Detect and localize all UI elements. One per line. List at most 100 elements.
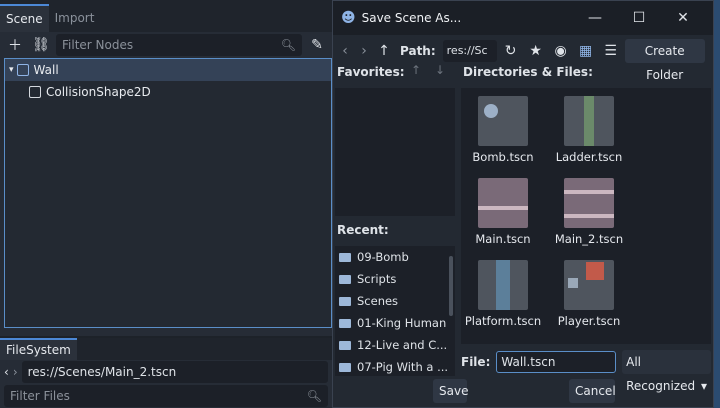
recent-label-text: 01-King Human <box>357 316 447 330</box>
file-item[interactable]: Bomb.tscn <box>463 96 543 164</box>
player-thumbnail <box>564 260 614 310</box>
recent-item[interactable]: 12-Live and C... <box>335 334 455 356</box>
grid-view-icon[interactable]: ▦ <box>575 40 597 62</box>
dialog-title: Save Scene As... <box>361 11 462 25</box>
folder-icon <box>339 340 351 350</box>
file-item[interactable]: Player.tscn <box>549 260 629 328</box>
add-node-icon[interactable]: ＋ <box>4 34 26 56</box>
file-name: Player.tscn <box>557 314 621 328</box>
create-folder-button[interactable]: Create Folder <box>624 39 705 82</box>
save-button[interactable]: Save <box>433 379 468 403</box>
search-icon: 🔍︎ <box>306 389 322 403</box>
search-icon: 🔍︎ <box>280 38 296 52</box>
maximize-icon[interactable]: ☐ <box>617 10 661 26</box>
file-name: Bomb.tscn <box>472 150 534 164</box>
editor-background <box>714 0 720 408</box>
collision-shape-icon <box>29 86 41 98</box>
file-name: Ladder.tscn <box>555 150 623 164</box>
filter-files-input[interactable]: Filter Files 🔍︎ <box>4 385 328 407</box>
scene-tabbar: Scene Import <box>0 0 332 32</box>
link-icon[interactable]: ⛓ <box>30 34 52 56</box>
file-row: File: Wall.tscn All Recognized ▾ <box>461 349 711 393</box>
scene-dock: Scene Import ＋ ⛓ Filter Nodes 🔍︎ ✎ ▾ Wal… <box>0 0 332 336</box>
recent-item[interactable]: 09-Bomb <box>335 246 455 268</box>
tree-label: CollisionShape2D <box>46 85 151 99</box>
recent-label-text: 07-Pig With a ... <box>357 360 449 374</box>
file-item[interactable]: Main.tscn <box>463 178 543 246</box>
recent-scrollbar[interactable] <box>449 256 453 316</box>
minimize-icon[interactable]: — <box>573 10 617 26</box>
folder-icon <box>339 252 351 262</box>
move-down-icon[interactable]: ↓ <box>435 63 445 77</box>
scene-toolbar: ＋ ⛓ Filter Nodes 🔍︎ ✎ <box>0 32 332 58</box>
recent-label-text: 12-Live and C... <box>357 338 448 352</box>
filter-select[interactable]: All Recognized ▾ <box>622 350 711 393</box>
file-name-input[interactable]: Wall.tscn <box>496 351 617 373</box>
ladder-thumbnail <box>564 96 614 146</box>
tab-scene[interactable]: Scene <box>0 4 49 32</box>
tree-label: Wall <box>33 63 59 77</box>
file-item[interactable]: Ladder.tscn <box>549 96 629 164</box>
recent-item[interactable]: 01-King Human <box>335 312 455 334</box>
favorites-list[interactable] <box>335 88 455 216</box>
filesystem-dock: FileSystem ‹ › res://Scenes/Main_2.tscn … <box>0 338 332 408</box>
chevron-down-icon: ▾ <box>700 379 707 393</box>
file-item[interactable]: Main_2.tscn <box>549 178 629 246</box>
folder-icon <box>339 296 351 306</box>
filter-files-placeholder: Filter Files <box>10 389 70 403</box>
file-name: Main_2.tscn <box>554 232 624 246</box>
eye-icon[interactable]: ◉ <box>550 40 572 62</box>
fs-filterbar: Filter Files 🔍︎ <box>0 384 332 408</box>
favorites-label: Favorites: <box>337 65 405 79</box>
fs-tabbar: FileSystem <box>0 338 332 360</box>
filter-nodes-input[interactable]: Filter Nodes 🔍︎ <box>56 34 302 56</box>
folder-icon <box>339 362 351 372</box>
recent-item[interactable]: Scenes <box>335 290 455 312</box>
filter-nodes-placeholder: Filter Nodes <box>62 38 134 52</box>
path-field[interactable]: res://Sc <box>442 40 497 62</box>
scene-tree: ▾ Wall CollisionShape2D <box>4 58 332 328</box>
file-name: Main.tscn <box>475 232 531 246</box>
recent-item[interactable]: 07-Pig With a ... <box>335 356 455 376</box>
forward-icon[interactable]: › <box>356 40 372 62</box>
folder-icon <box>339 274 351 284</box>
fs-path-field[interactable]: res://Scenes/Main_2.tscn <box>21 361 328 383</box>
up-arrow-icon[interactable]: ↑ <box>375 40 393 62</box>
recent-label: Recent: <box>337 223 389 237</box>
recent-item[interactable]: Scripts <box>335 268 455 290</box>
static-body-icon <box>16 64 29 76</box>
files-grid: Bomb.tscn Ladder.tscn Main.tscn Main_2.t… <box>461 88 711 344</box>
dialog-pathbar: ‹ › ↑ Path: res://Sc ↻ ★ ◉ ▦ ☰ Create Fo… <box>333 37 713 82</box>
chevron-right-icon[interactable]: › <box>13 365 18 379</box>
file-item[interactable]: Platform.tscn <box>463 260 543 328</box>
godot-logo-icon: ☻ <box>341 10 356 26</box>
script-icon[interactable]: ✎ <box>306 34 328 56</box>
dialog-titlebar: ☻ Save Scene As... — ☐ ✕ <box>333 1 713 35</box>
tree-row-collision[interactable]: CollisionShape2D <box>5 81 331 103</box>
folder-icon <box>339 318 351 328</box>
tab-filesystem[interactable]: FileSystem <box>0 338 77 360</box>
cancel-button[interactable]: Cancel <box>569 379 616 403</box>
chevron-down-icon[interactable]: ▾ <box>9 65 14 75</box>
recent-label-text: Scripts <box>357 272 397 286</box>
bomb-thumbnail <box>478 96 528 146</box>
path-label: Path: <box>400 44 436 58</box>
recent-label-text: Scenes <box>357 294 399 308</box>
tab-import[interactable]: Import <box>49 4 101 32</box>
directories-label: Directories & Files: <box>463 65 593 79</box>
refresh-icon[interactable]: ↻ <box>500 40 522 62</box>
back-icon[interactable]: ‹ <box>337 40 353 62</box>
move-up-icon[interactable]: ↑ <box>411 63 421 77</box>
recent-list: 09-Bomb Scripts Scenes 01-King Human 12-… <box>335 246 455 376</box>
close-icon[interactable]: ✕ <box>661 10 705 26</box>
favorite-star-icon[interactable]: ★ <box>525 40 547 62</box>
recent-label-text: 09-Bomb <box>357 250 409 264</box>
file-label: File: <box>461 355 491 369</box>
platform-thumbnail <box>478 260 528 310</box>
tree-row-wall[interactable]: ▾ Wall <box>5 59 331 81</box>
filter-select-value: All Recognized <box>626 355 696 393</box>
list-view-icon[interactable]: ☰ <box>600 40 622 62</box>
file-name: Platform.tscn <box>464 314 542 328</box>
main-thumbnail <box>478 178 528 228</box>
chevron-left-icon[interactable]: ‹ <box>4 365 9 379</box>
